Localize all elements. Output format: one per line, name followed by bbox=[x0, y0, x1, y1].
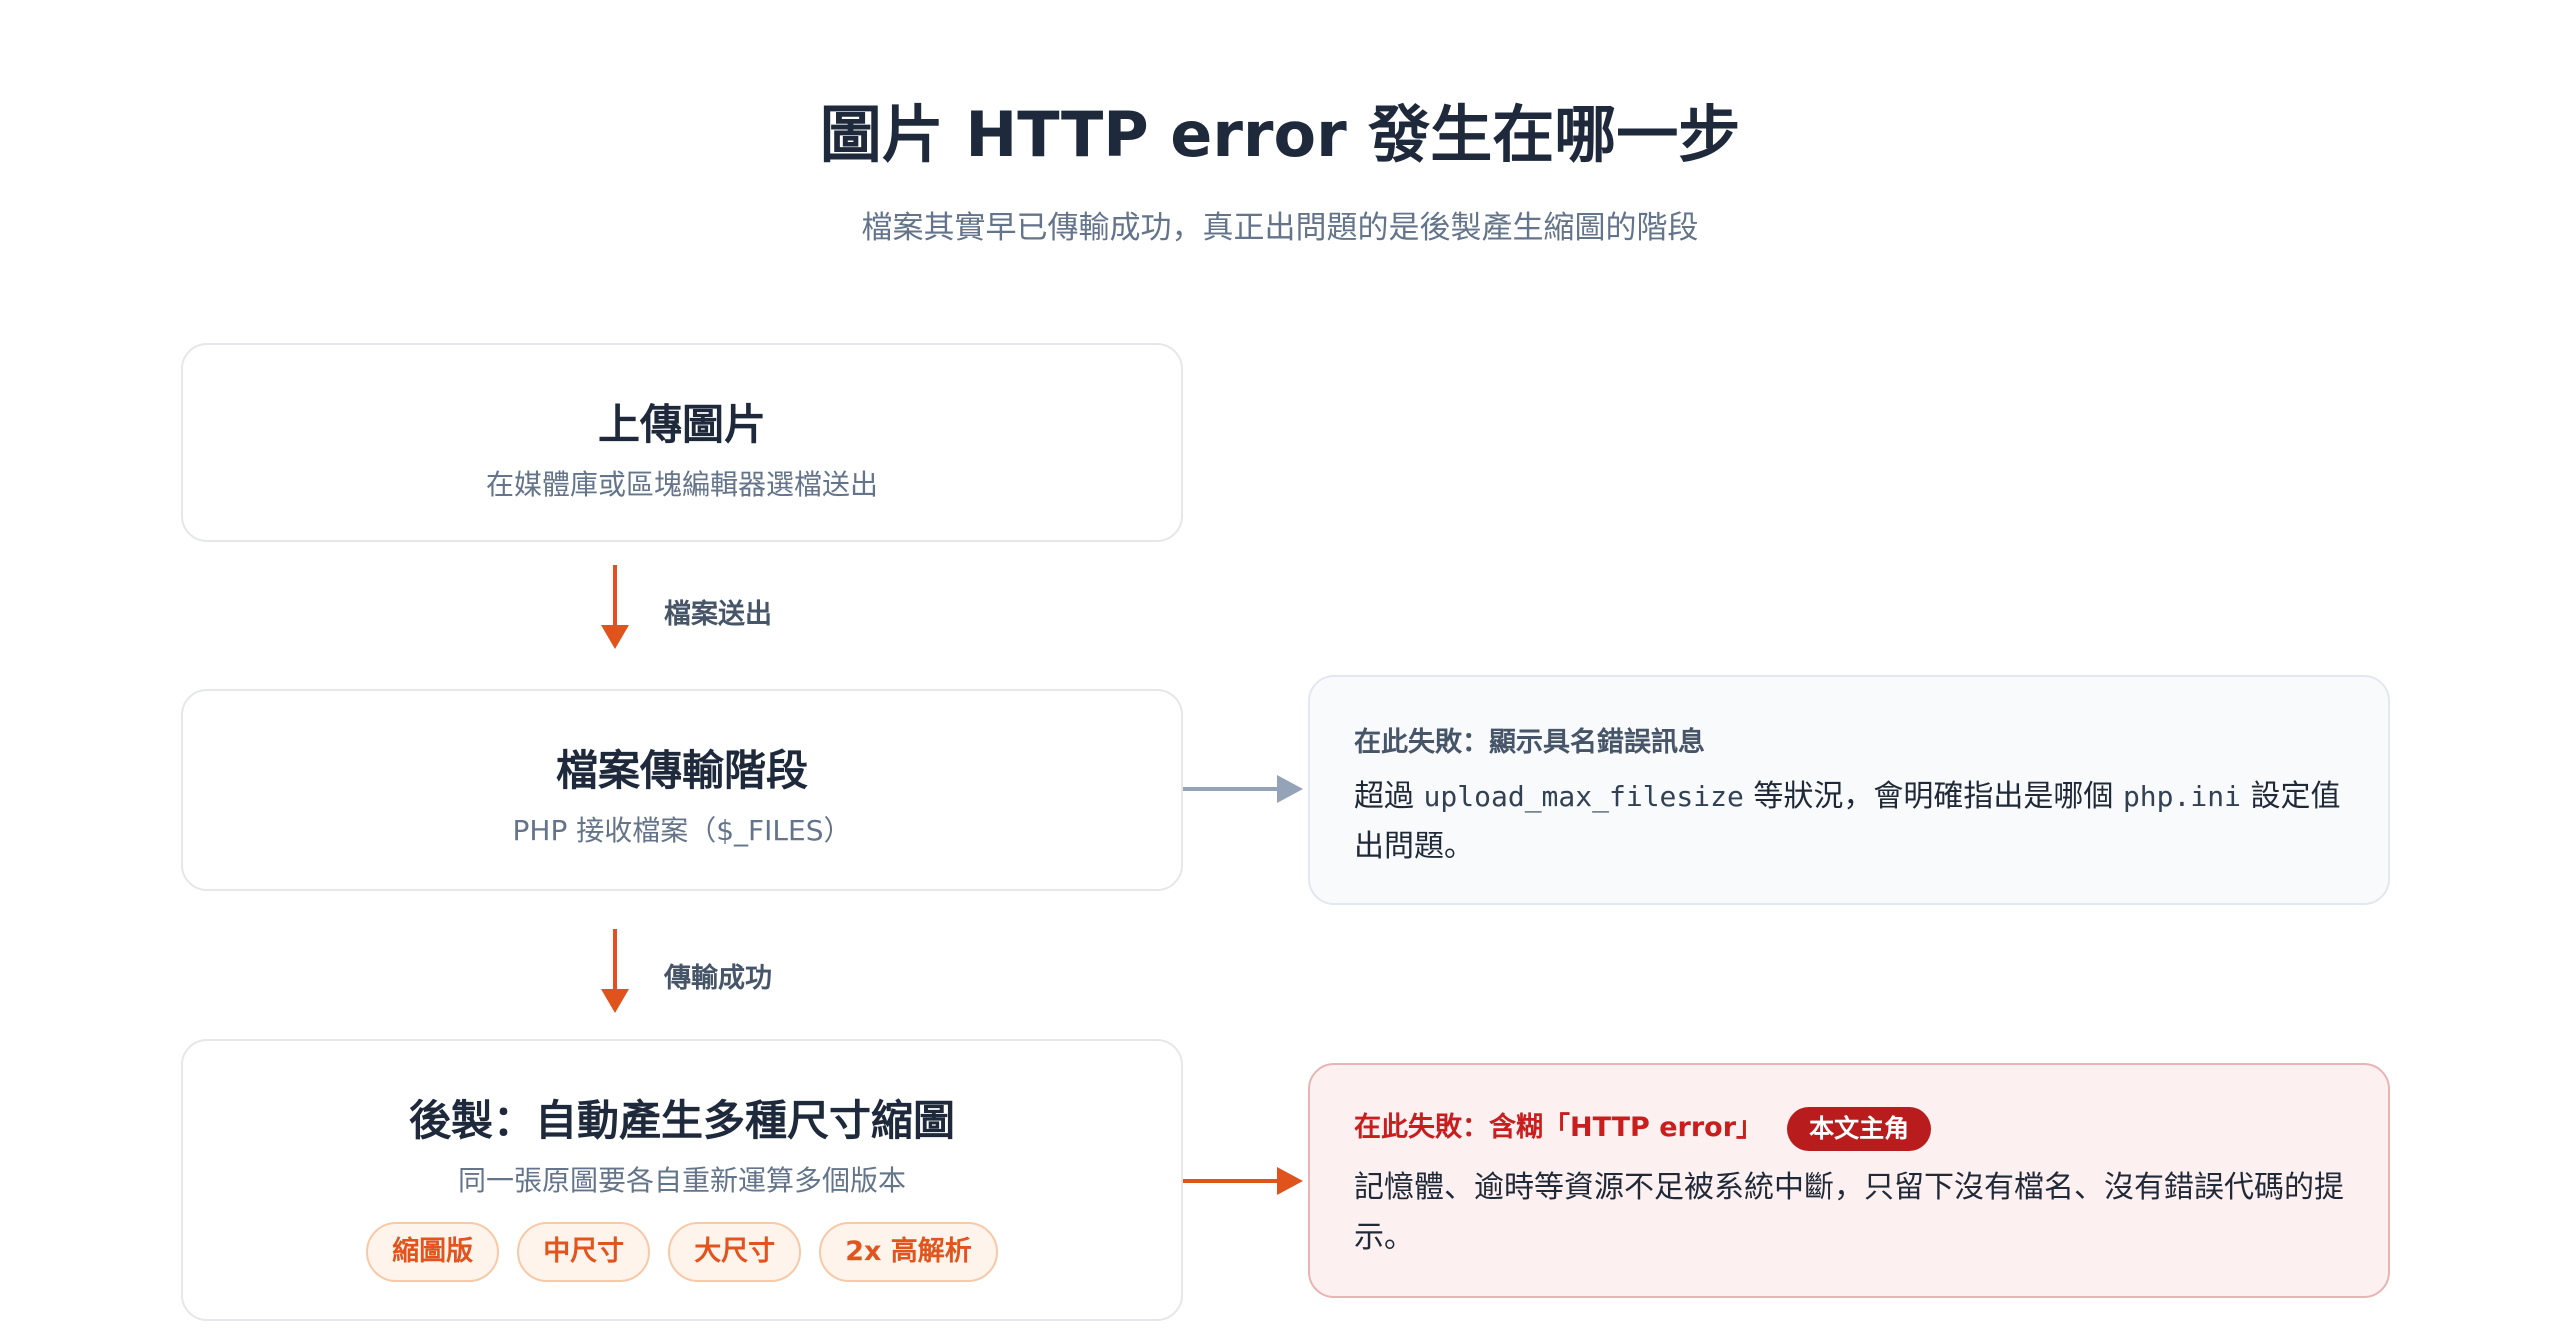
failure-body: 超過 upload_max_filesize 等狀況，會明確指出是哪個 php.… bbox=[1354, 772, 2344, 872]
failure-heading: 在此失敗：含糊「HTTP error」 bbox=[1354, 1112, 1764, 1143]
code-upload-max-filesize: upload_max_filesize bbox=[1423, 780, 1744, 813]
tag-thumbnail: 縮圖版 bbox=[366, 1222, 500, 1282]
step-description: PHP 接收檔案（$_FILES） bbox=[512, 814, 852, 847]
page-title: 圖片 HTTP error 發生在哪一步 bbox=[819, 98, 1741, 171]
failure-body-text: 超過 bbox=[1354, 779, 1414, 814]
step-title: 檔案傳輸階段 bbox=[555, 746, 808, 795]
page-subtitle: 檔案其實早已傳輸成功，真正出問題的是後製產生縮圖的階段 bbox=[861, 210, 1699, 246]
arrow-right-line bbox=[1183, 787, 1279, 791]
step-description: 在媒體庫或區塊編輯器選檔送出 bbox=[485, 468, 878, 501]
failure-http-error-card: 在此失敗：含糊「HTTP error」 本文主角 記憶體、逾時等資源不足被系統中斷… bbox=[1308, 1063, 2390, 1298]
arrow-right-line bbox=[1183, 1179, 1279, 1183]
connector-label: 檔案送出 bbox=[664, 599, 772, 630]
arrow-right-accent bbox=[1183, 1167, 1303, 1195]
tag-medium: 中尺寸 bbox=[517, 1222, 651, 1282]
arrow-right-icon bbox=[1277, 1167, 1303, 1195]
arrow-down-icon bbox=[601, 989, 629, 1013]
thumbnail-size-tags: 縮圖版 中尺寸 大尺寸 2x 高解析 bbox=[183, 1222, 1181, 1282]
step-upload-image: 上傳圖片 在媒體庫或區塊編輯器選檔送出 bbox=[181, 343, 1183, 542]
step-post-processing: 後製：自動產生多種尺寸縮圖 同一張原圖要各自重新運算多個版本 縮圖版 中尺寸 大尺寸… bbox=[181, 1039, 1183, 1321]
connector-label: 傳輸成功 bbox=[664, 963, 772, 994]
tag-2x-hires: 2x 高解析 bbox=[819, 1222, 998, 1282]
arrow-right-neutral bbox=[1183, 775, 1303, 803]
failure-body-text: 等狀況，會明確指出是哪個 bbox=[1753, 779, 2114, 814]
failure-body: 記憶體、逾時等資源不足被系統中斷，只留下沒有檔名、沒有錯誤代碼的提示。 bbox=[1354, 1170, 2344, 1255]
failure-named-error-card: 在此失敗：顯示具名錯誤訊息 超過 upload_max_filesize 等狀況… bbox=[1308, 675, 2390, 905]
arrow-down-line bbox=[613, 565, 617, 627]
step-title: 後製：自動產生多種尺寸縮圖 bbox=[408, 1096, 955, 1145]
code-php-ini: php.ini bbox=[2122, 780, 2241, 813]
arrow-down-line bbox=[613, 929, 617, 991]
failure-heading: 在此失敗：顯示具名錯誤訊息 bbox=[1354, 727, 1705, 758]
step-file-transfer: 檔案傳輸階段 PHP 接收檔案（$_FILES） bbox=[181, 689, 1183, 891]
failure-heading-row: 在此失敗：含糊「HTTP error」 本文主角 bbox=[1354, 1105, 1932, 1151]
step-description: 同一張原圖要各自重新運算多個版本 bbox=[457, 1164, 906, 1197]
arrow-right-icon bbox=[1277, 775, 1303, 803]
main-topic-badge: 本文主角 bbox=[1787, 1106, 1932, 1151]
tag-large: 大尺寸 bbox=[668, 1222, 802, 1282]
step-title: 上傳圖片 bbox=[597, 400, 766, 449]
arrow-down-icon bbox=[601, 625, 629, 649]
